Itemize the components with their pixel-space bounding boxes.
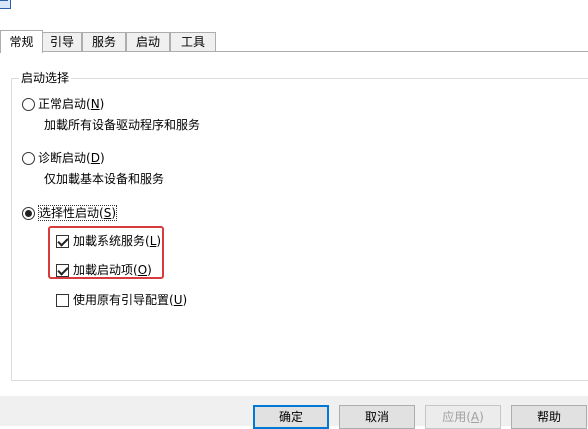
tab-services[interactable]: 服务 xyxy=(82,32,126,52)
use-original-boot-config-checkbox[interactable]: 使用原有引导配置(U) xyxy=(56,292,187,308)
radio-button-selected[interactable] xyxy=(22,206,35,220)
diagnostic-startup-description: 仅加載基本设备和服务 xyxy=(44,172,165,186)
ok-button[interactable]: 确定 xyxy=(253,405,329,429)
diagnostic-startup-label: 诊断启动(D) xyxy=(38,151,105,165)
help-button[interactable]: 帮助 xyxy=(511,405,587,429)
app-icon xyxy=(0,0,11,9)
apply-button[interactable]: 应用(A) xyxy=(425,405,501,429)
tab-startup[interactable]: 启动 xyxy=(126,32,170,52)
use-original-boot-config-label: 使用原有引导配置(U) xyxy=(73,293,188,307)
dialog-footer: 确定 取消 应用(A) 帮助 xyxy=(0,396,588,429)
radio-button[interactable] xyxy=(22,97,35,111)
cancel-button[interactable]: 取消 xyxy=(339,405,415,429)
normal-startup-radio[interactable]: 正常启动(N) xyxy=(22,96,104,112)
radio-button[interactable] xyxy=(22,151,35,165)
tab-tools[interactable]: 工具 xyxy=(170,32,216,52)
normal-startup-label: 正常启动(N) xyxy=(38,97,105,111)
tab-boot[interactable]: 引导 xyxy=(42,32,82,52)
selective-startup-label: 选择性启动(S) xyxy=(38,205,117,221)
highlight-annotation-box xyxy=(48,226,164,279)
selective-startup-radio[interactable]: 选择性启动(S) xyxy=(22,205,117,221)
diagnostic-startup-radio[interactable]: 诊断启动(D) xyxy=(22,150,105,166)
general-tab-panel: 启动选择 正常启动(N) 加載所有设备驱动程序和服务 诊断启动(D) 仅加載基本… xyxy=(0,51,588,396)
tab-general[interactable]: 常规 xyxy=(0,30,43,53)
normal-startup-description: 加載所有设备驱动程序和服务 xyxy=(44,118,201,132)
group-title: 启动选择 xyxy=(19,71,72,85)
checkbox-unchecked[interactable] xyxy=(56,293,69,307)
